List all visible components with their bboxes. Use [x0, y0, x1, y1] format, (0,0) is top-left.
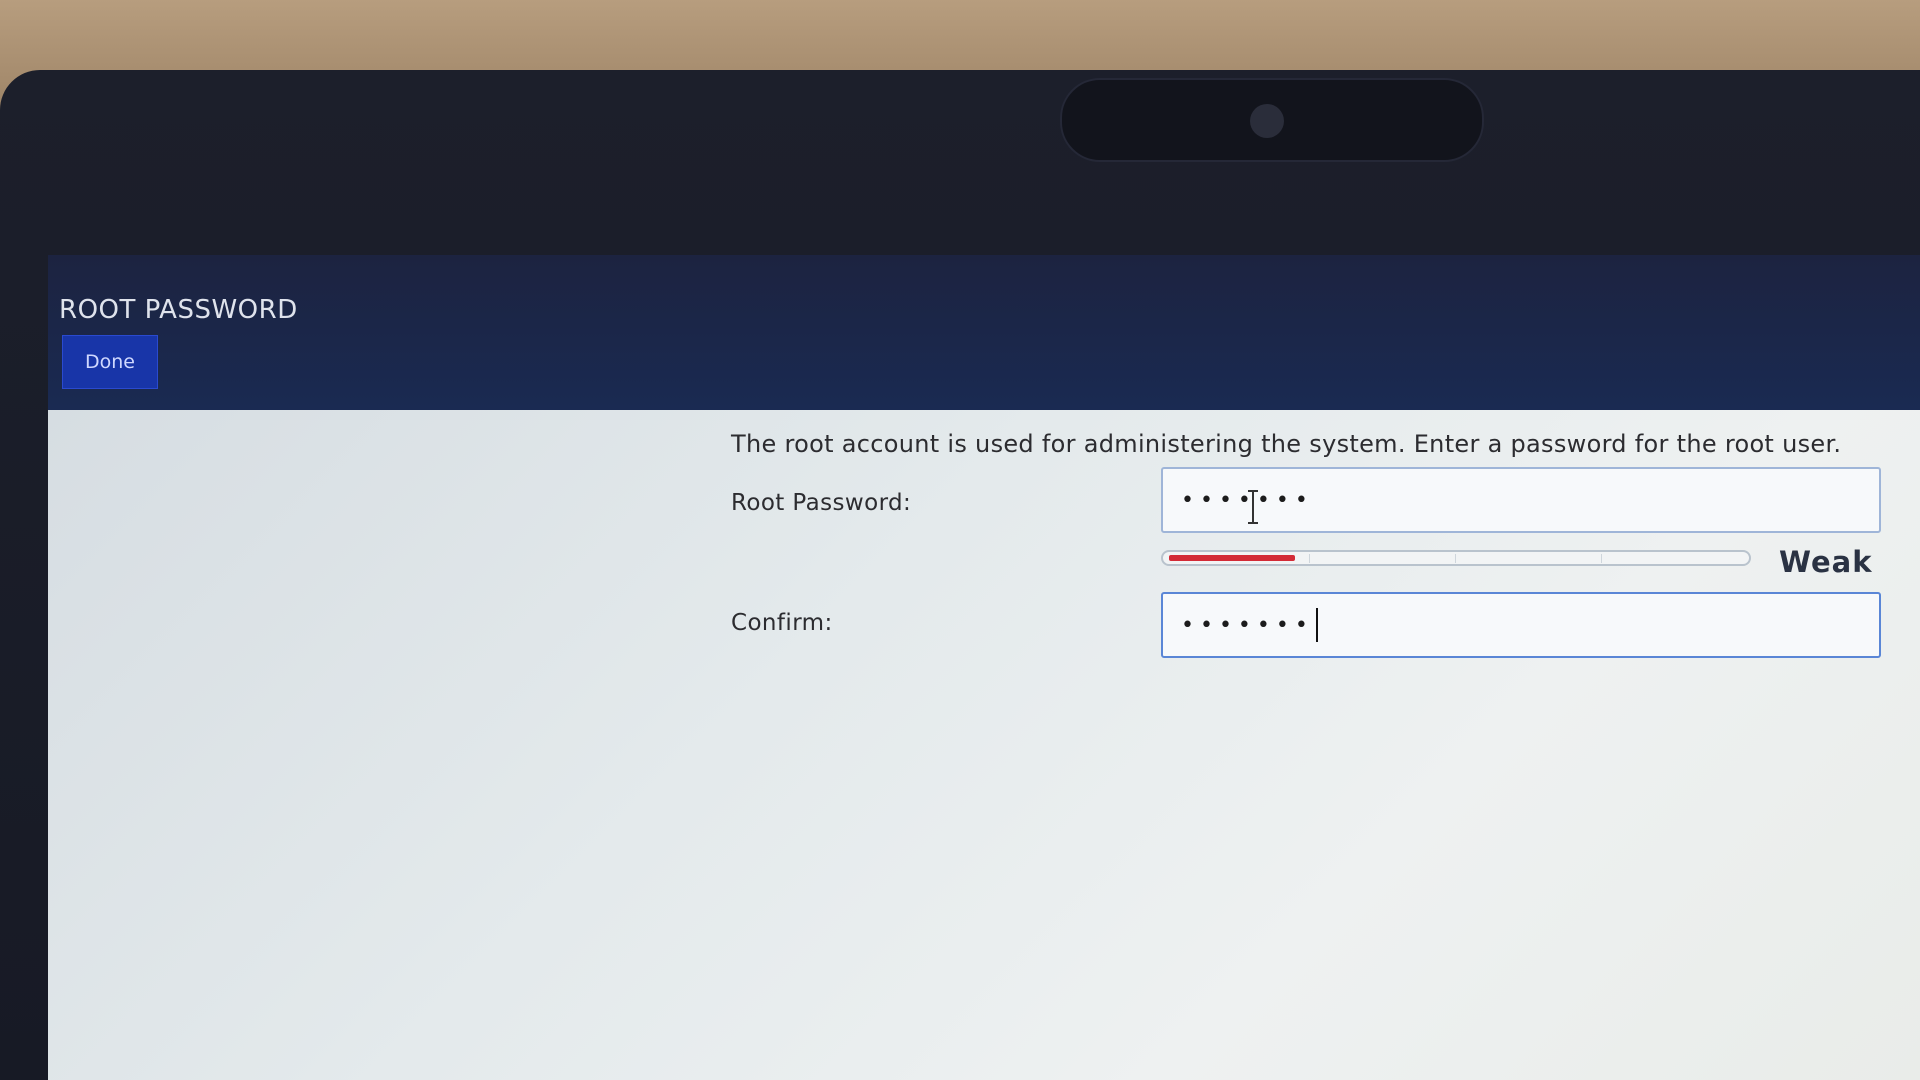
done-button[interactable]: Done: [62, 335, 158, 389]
root-password-label: Root Password:: [731, 490, 912, 516]
strength-tick: [1309, 554, 1310, 563]
confirm-password-value: •••••••: [1181, 612, 1314, 638]
spoke-header: ROOT PASSWORD Done: [48, 255, 1920, 410]
strength-tick: [1601, 554, 1602, 563]
strength-label: Weak: [1779, 545, 1873, 579]
root-password-input[interactable]: •••••••: [1161, 467, 1881, 533]
installer-screen: ROOT PASSWORD Done The root account is u…: [48, 255, 1920, 1080]
text-caret: [1315, 608, 1318, 642]
i-beam-cursor-icon: [1248, 490, 1258, 524]
strength-tick: [1455, 554, 1456, 563]
confirm-password-input[interactable]: •••••••: [1161, 592, 1881, 658]
strength-fill: [1169, 555, 1295, 561]
root-password-form: The root account is used for administeri…: [48, 410, 1920, 1080]
page-title: ROOT PASSWORD: [59, 295, 298, 325]
webcam-icon: [1250, 104, 1284, 138]
password-strength-meter: [1161, 550, 1751, 566]
intro-text: The root account is used for administeri…: [731, 430, 1842, 458]
confirm-label: Confirm:: [731, 610, 833, 636]
